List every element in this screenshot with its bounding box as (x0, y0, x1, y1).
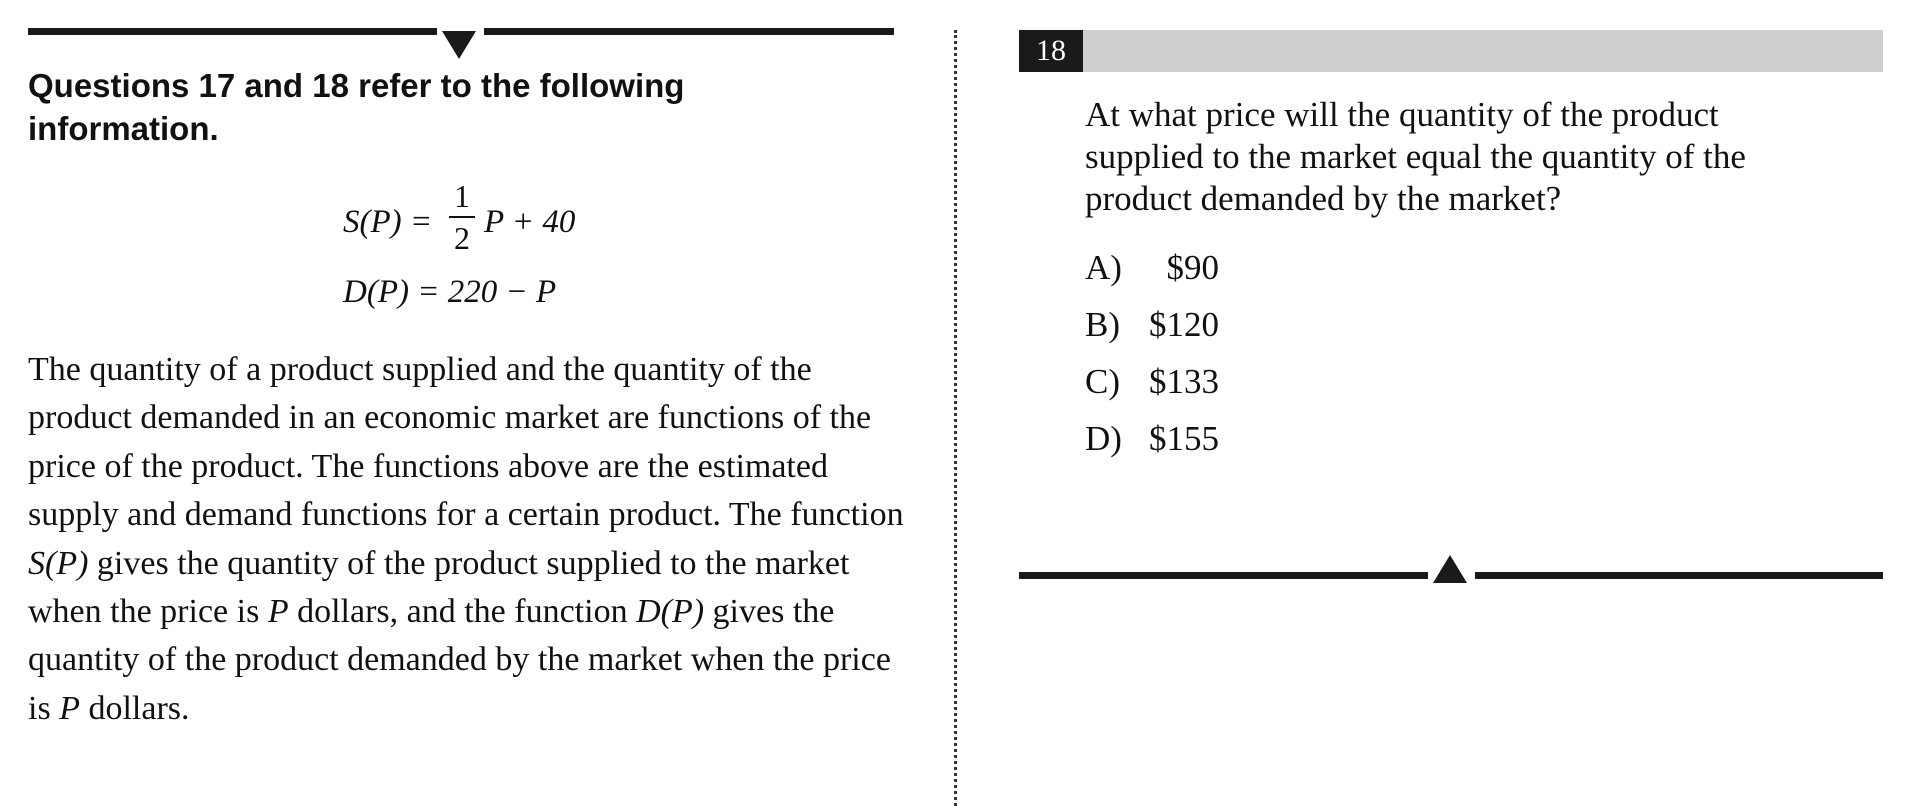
choice-text: $120 (1149, 305, 1219, 344)
demand-function-ref: D(P) (636, 593, 705, 631)
supply-equation-rhs: P + 40 (484, 204, 576, 240)
question-text: At what price will the quantity of the p… (1085, 95, 1746, 218)
bottom-divider-left (1019, 572, 1428, 579)
answer-choice-d[interactable]: D) $155 (1085, 418, 1219, 460)
down-arrow-icon (442, 31, 476, 59)
supply-function-ref: S(P) (28, 544, 89, 582)
choice-letter: A) (1085, 248, 1122, 287)
answer-choice-b[interactable]: B) $120 (1085, 304, 1219, 346)
price-variable: P (59, 689, 80, 727)
choice-text: $155 (1149, 419, 1219, 458)
price-variable: P (267, 593, 289, 631)
passage-text: The quantity of a product supplied and t… (28, 351, 904, 534)
top-divider-left (28, 28, 437, 35)
top-divider-right (484, 28, 894, 35)
questions-heading: Questions 17 and 18 refer to the followi… (28, 67, 685, 147)
information-passage: The quantity of a product supplied and t… (28, 346, 908, 733)
fraction-denominator: 2 (454, 220, 470, 256)
answer-choice-c[interactable]: C) $133 (1085, 361, 1219, 403)
up-arrow-icon (1433, 555, 1467, 583)
bottom-divider-right (1475, 572, 1883, 579)
choice-letter: B) (1085, 305, 1120, 344)
supply-fraction: 1 2 (449, 178, 475, 256)
question-number: 18 (1019, 30, 1083, 72)
fraction-bar (449, 216, 475, 218)
choice-text: $133 (1149, 362, 1219, 401)
passage-text: dollars. (79, 689, 190, 727)
column-separator (954, 30, 957, 806)
choice-text: $90 (1149, 248, 1220, 287)
answer-choice-a[interactable]: A) $90 (1085, 247, 1219, 289)
demand-equation: D(P) = 220 − P (343, 274, 557, 310)
supply-equation-lhs: S(P) = (343, 204, 433, 240)
question-header-bar (1019, 30, 1883, 72)
choice-letter: C) (1085, 362, 1120, 401)
passage-text: dollars, and the function (288, 593, 637, 631)
fraction-numerator: 1 (454, 178, 470, 214)
choice-letter: D) (1085, 419, 1122, 458)
